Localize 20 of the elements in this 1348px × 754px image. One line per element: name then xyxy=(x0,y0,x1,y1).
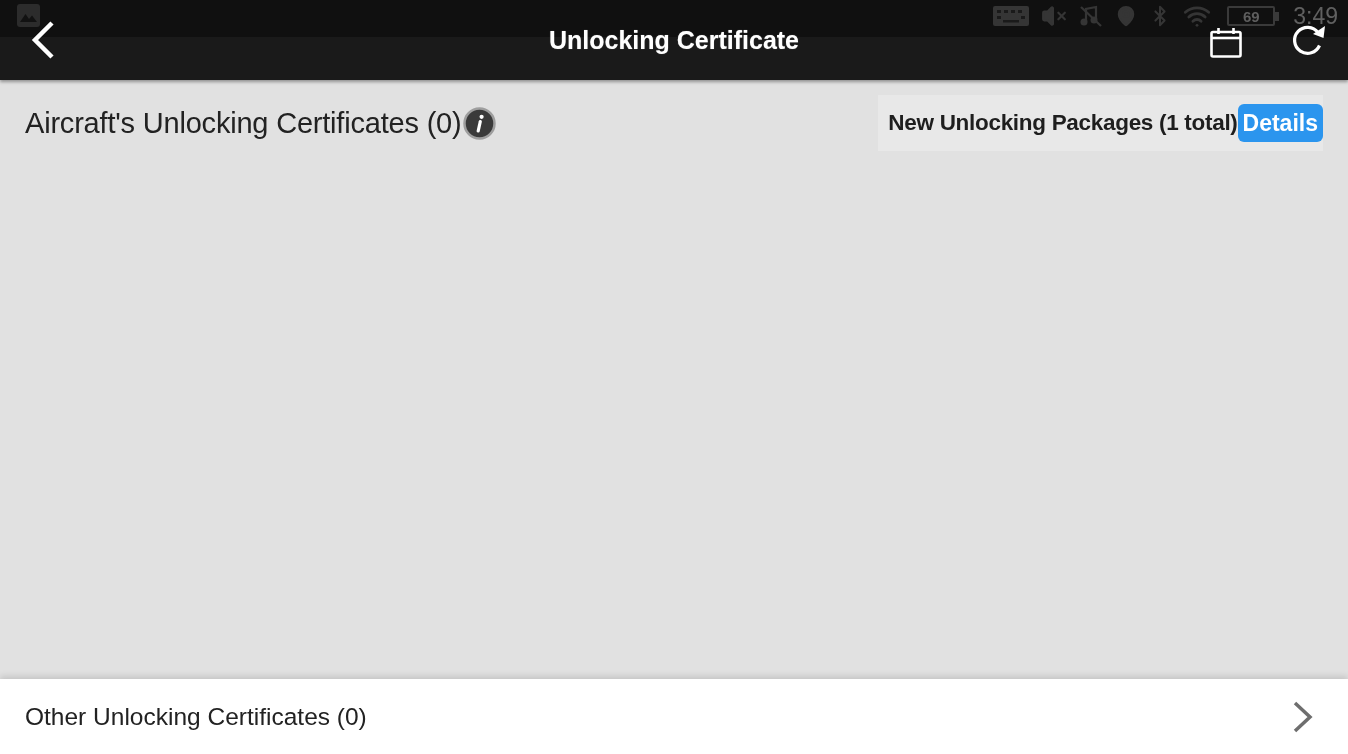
page-title: Unlocking Certificate xyxy=(548,25,800,55)
back-button[interactable] xyxy=(30,21,55,59)
chevron-right-icon xyxy=(1292,700,1314,733)
keyboard-icon xyxy=(993,6,1030,26)
calendar-button[interactable] xyxy=(1210,28,1242,58)
music-off-icon xyxy=(1079,5,1104,27)
mute-icon xyxy=(1041,3,1068,29)
calendar-icon xyxy=(1210,28,1242,58)
battery-tip-icon xyxy=(1275,11,1280,21)
image-notification-icon xyxy=(17,4,40,27)
other-certificates-row[interactable]: Other Unlocking Certificates (0) xyxy=(0,679,1348,754)
refresh-button[interactable] xyxy=(1292,23,1326,57)
status-time: 3:49 xyxy=(1293,4,1338,28)
battery-level: 69 xyxy=(1227,6,1276,26)
refresh-icon xyxy=(1292,23,1326,57)
back-chevron-icon xyxy=(30,21,55,59)
info-icon[interactable] xyxy=(463,106,497,140)
other-certificates-label: Other Unlocking Certificates (0) xyxy=(25,702,367,731)
packages-notice: New Unlocking Packages (1 total) xyxy=(888,110,1238,136)
section-title: Aircraft's Unlocking Certificates (0) xyxy=(25,106,462,140)
